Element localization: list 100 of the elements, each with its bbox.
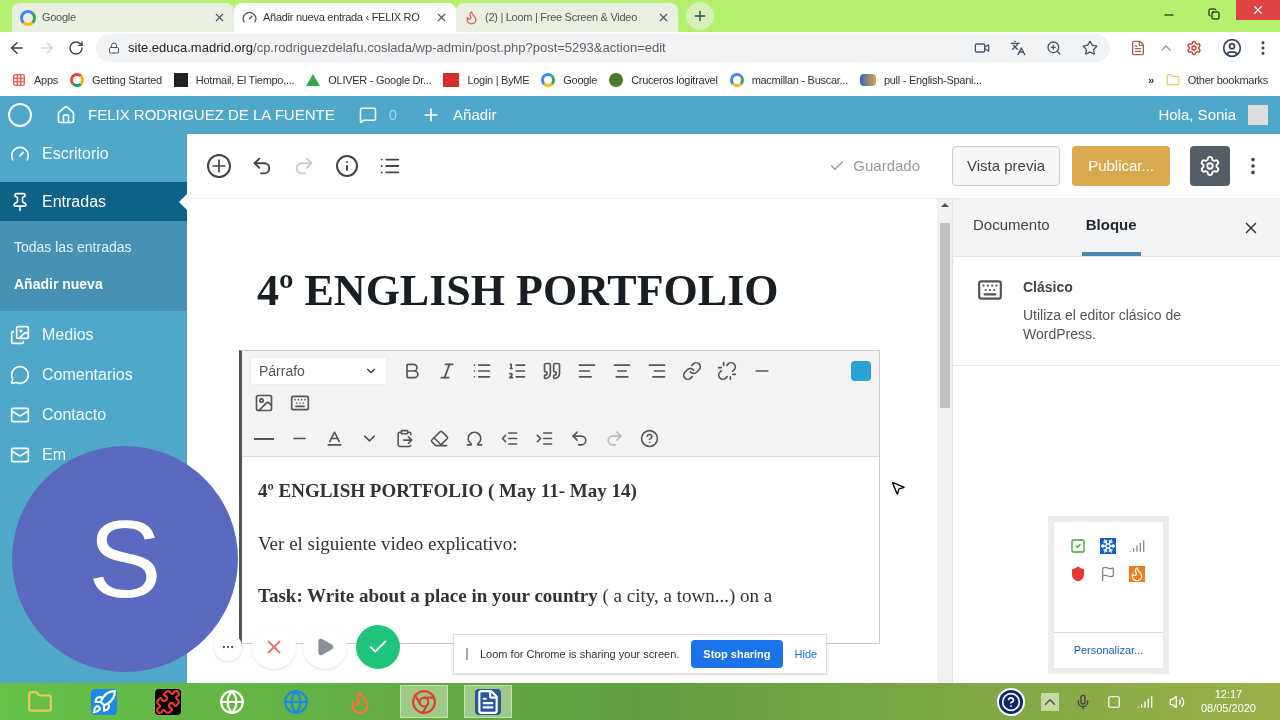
tray-expand-icon[interactable] [1040,692,1059,711]
date-text: 08/05/2020 [1200,701,1256,716]
folder-icon [27,688,53,715]
bookmark-link[interactable]: pull - English-Spani... [883,71,982,89]
sharing-message: Loom for Chrome is sharing your screen. [480,646,680,662]
pin-icon [10,191,30,212]
close-icon[interactable] [435,11,448,24]
new-tab-icon[interactable] [686,2,714,30]
shield-icon[interactable] [1070,566,1086,582]
omega-icon[interactable] [465,429,484,448]
browser-tab[interactable]: Google [12,3,234,32]
indent-icon[interactable] [535,429,554,448]
loading-icon [242,10,257,25]
format-select[interactable]: Párrafo [250,357,387,385]
align-right-icon[interactable] [647,361,667,381]
signal-icon[interactable] [1129,538,1146,554]
bookmark-link[interactable]: Getting Started [92,71,162,89]
submenu-item[interactable]: Añadir nueva [0,266,187,303]
bookmark-link[interactable]: Login | ByME [467,71,530,89]
menu-item[interactable]: Entradas [42,193,107,210]
document-icon [475,688,501,715]
panel-tab[interactable]: Bloque [1081,199,1141,256]
align-left-icon[interactable] [577,361,597,381]
translate-icon[interactable] [1010,40,1026,56]
browser-tab[interactable]: Añadir nueva entrada ‹ FELIX RO [234,3,456,32]
settings-button[interactable] [1190,146,1230,186]
media-icon[interactable] [254,393,274,413]
more-bookmarks-button[interactable]: » [1147,71,1154,89]
stop-sharing-button[interactable]: Stop sharing [691,640,783,668]
eraser-icon[interactable] [430,429,449,448]
bookmark-link[interactable]: Other bookmarks [1187,71,1268,89]
current-arrow-icon [179,194,187,210]
block-name: Clásico [1023,278,1074,297]
unlink-icon[interactable] [717,361,737,381]
bookmark-icon [12,73,26,87]
camera-icon[interactable] [974,40,990,56]
home-icon [56,105,76,125]
panel-tab[interactable]: Documento [973,199,1050,256]
preview-button[interactable]: Vista previa [952,146,1061,186]
browser-tab[interactable]: (2) | Loom | Free Screen & Video [456,3,678,32]
zoom-icon[interactable] [1046,40,1062,56]
link-icon[interactable] [682,361,702,381]
mail-icon [10,445,30,465]
customize-link[interactable]: Personalizar... [1073,642,1144,659]
gauge-icon [10,144,30,164]
reload-icon[interactable] [68,40,84,56]
loom-icon [464,10,479,25]
globe-icon [219,688,245,715]
close-icon [1251,3,1265,17]
app-icon[interactable] [1129,566,1146,582]
back-icon[interactable] [8,39,26,57]
undo-icon[interactable] [570,429,589,448]
pdf-extension-icon[interactable] [1130,40,1146,56]
bookmark-link[interactable]: Google [563,71,598,89]
profile-icon[interactable] [1222,38,1242,58]
close-icon[interactable] [657,11,670,24]
keyboard-icon[interactable] [290,393,310,413]
browser-icon [283,688,309,715]
bookmark-icon [443,73,460,87]
text-color-icon[interactable] [325,429,344,448]
bookmark-icon [70,73,84,87]
bookmark-icon [859,74,876,86]
numbered-list-icon[interactable] [507,361,527,381]
address-field[interactable]: site.educa.madrid.org/cp.rodriguezdelafu.coslada/wp-admin/post.php?post=5293&action=edit [96,34,1110,62]
bookmark-icon [173,73,188,87]
saved-status: Guardado [853,155,920,176]
quote-icon[interactable] [542,361,562,381]
comment-icon [358,106,377,124]
flag-icon[interactable] [1099,566,1116,582]
info-icon[interactable] [335,154,359,178]
taskbar-button[interactable] [464,685,512,718]
wordpress-logo-icon[interactable] [8,103,32,127]
bookmark-icon [541,73,556,87]
align-center-icon[interactable] [612,361,632,381]
bookmark-icon [609,73,624,87]
bullet-list-icon[interactable] [472,361,492,381]
snowflake-icon[interactable] [1099,538,1116,554]
bookmark-link[interactable]: OLIVER - Google Dr... [328,71,432,89]
bookmark-link[interactable]: Apps [34,71,58,89]
add-block-icon[interactable] [207,154,231,178]
undo-icon[interactable] [251,155,273,177]
media-icon [10,325,30,345]
restore-icon[interactable] [1208,8,1220,20]
checkbox-app-icon[interactable] [1070,538,1086,554]
outdent-icon[interactable] [500,429,519,448]
help-icon[interactable] [640,429,659,448]
more-button[interactable] [214,633,242,661]
bookmark-icon [729,73,744,87]
extension-icon[interactable] [1186,40,1202,56]
bookmark-link[interactable]: macmillan - Buscar... [751,71,848,89]
hide-button[interactable]: Hide [794,645,818,663]
italic-icon[interactable] [437,361,457,381]
post-title[interactable]: 4º ENGLISH PORTFOLIO [239,263,880,318]
close-icon[interactable] [213,11,226,24]
pause-button[interactable] [303,625,347,669]
bookmark-link[interactable]: Cruceros logitravel [631,71,718,89]
bookmark-star-icon[interactable] [1082,40,1098,56]
network-icon[interactable] [1136,693,1153,710]
paste-text-icon[interactable] [395,429,414,448]
bookmark-link[interactable]: Hotmail, El Tiempo,... [195,71,295,89]
